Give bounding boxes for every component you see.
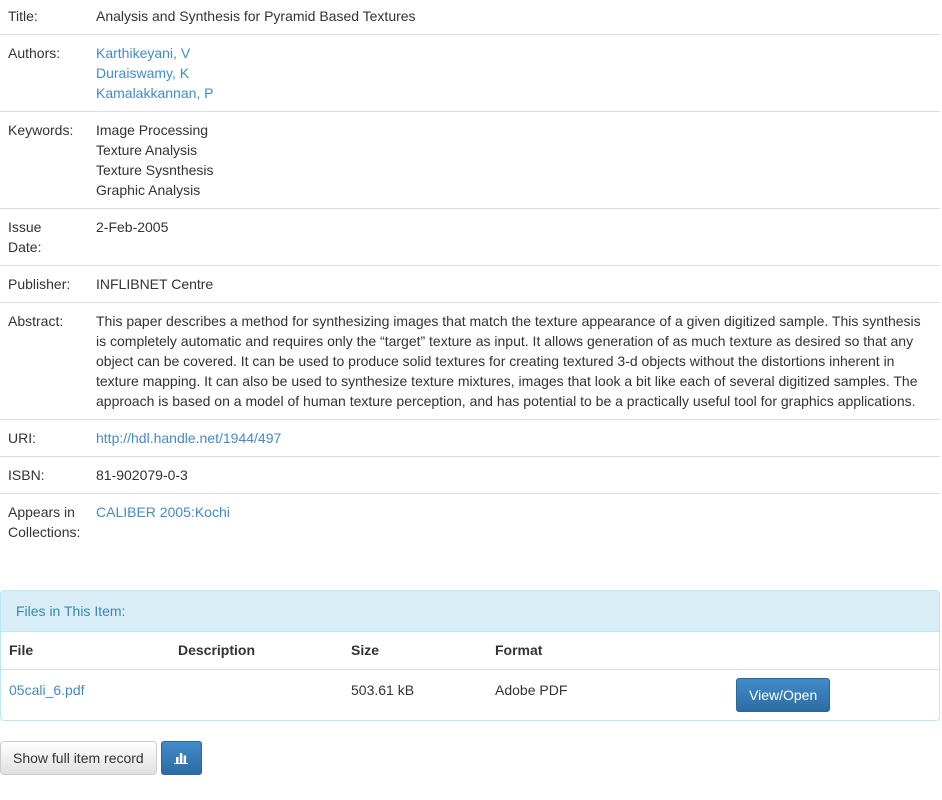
authors-label: Authors:: [8, 45, 61, 61]
column-header-description: Description: [170, 632, 343, 670]
keywords-list: Image Processing Texture Analysis Textur…: [96, 120, 932, 200]
publisher-value: INFLIBNET Centre: [96, 276, 214, 292]
keyword: Texture Sysnthesis: [96, 162, 214, 178]
abstract-line: approach is based on a model of human te…: [96, 393, 916, 409]
abstract-text: This paper describes a method for synthe…: [96, 311, 932, 411]
item-actions: Show full item record: [0, 741, 202, 775]
metadata-row-uri: URI: http://hdl.handle.net/1944/497: [0, 420, 940, 457]
files-panel: Files in This Item: File Description Siz…: [0, 590, 940, 721]
keyword: Image Processing: [96, 122, 209, 138]
abstract-line: is completely automatic and requires onl…: [96, 333, 914, 349]
issue-date-label-line: Issue: [8, 219, 42, 235]
collections-label-line: Appears in: [8, 504, 75, 520]
metadata-row-abstract: Abstract: This paper describes a method …: [0, 303, 940, 420]
abstract-line: This paper describes a method for synthe…: [96, 313, 921, 329]
author-link[interactable]: Kamalakkannan, P: [96, 83, 932, 103]
issue-date-label: Issue Date:: [8, 217, 96, 257]
file-link[interactable]: 05cali_6.pdf: [9, 682, 85, 698]
bar-chart-icon: [174, 752, 189, 764]
show-full-record-button[interactable]: Show full item record: [0, 741, 157, 775]
metadata-row-issue-date: Issue Date: 2-Feb-2005: [0, 209, 940, 266]
column-header-action: [708, 632, 939, 670]
collections-label: Appears in Collections:: [8, 502, 96, 543]
files-table: File Description Size Format 05cali_6.pd…: [1, 632, 939, 720]
keywords-label: Keywords:: [8, 122, 74, 138]
collection-link[interactable]: CALIBER 2005:Kochi: [96, 504, 230, 520]
view-open-button[interactable]: View/Open: [736, 677, 831, 712]
isbn-value: 81-902079-0-3: [96, 467, 188, 483]
abstract-line: object can be covered. It can be used to…: [96, 353, 895, 369]
issue-date-label-line: Date:: [8, 239, 42, 255]
statistics-button[interactable]: [160, 741, 202, 775]
action-cell: View/Open: [708, 669, 939, 720]
collections-label-line: Collections:: [8, 524, 81, 540]
metadata-row-authors: Authors: Karthikeyani, V Duraiswamy, K K…: [0, 35, 940, 112]
format-cell: Adobe PDF: [495, 681, 568, 698]
metadata-row-publisher: Publisher: INFLIBNET Centre: [0, 266, 940, 303]
keyword: Graphic Analysis: [96, 182, 201, 198]
abstract-line: texture mapping. It can also be used to …: [96, 373, 918, 389]
files-table-header: File Description Size Format: [1, 632, 939, 670]
file-cell: 05cali_6.pdf: [1, 669, 170, 720]
issue-date-value: 2-Feb-2005: [96, 219, 169, 235]
column-header-file: File: [1, 632, 170, 670]
author-link[interactable]: Duraiswamy, K: [96, 63, 932, 83]
uri-label: URI:: [8, 430, 36, 446]
files-panel-heading: Files in This Item:: [1, 591, 939, 632]
isbn-label: ISBN:: [8, 467, 45, 483]
uri-link[interactable]: http://hdl.handle.net/1944/497: [96, 430, 281, 446]
metadata-row-keywords: Keywords: Image Processing Texture Analy…: [0, 112, 940, 209]
title-value: Analysis and Synthesis for Pyramid Based…: [96, 8, 416, 24]
size-cell: 503.61 kB: [351, 681, 415, 698]
authors-list: Karthikeyani, V Duraiswamy, K Kamalakkan…: [96, 43, 932, 103]
description-cell: [170, 669, 343, 720]
metadata-row-isbn: ISBN: 81-902079-0-3: [0, 457, 940, 494]
keyword: Texture Analysis: [96, 142, 198, 158]
item-metadata-table: Title: Analysis and Synthesis for Pyrami…: [0, 0, 940, 551]
publisher-label: Publisher:: [8, 276, 71, 292]
column-header-size: Size: [343, 632, 487, 670]
title-label: Title:: [8, 8, 38, 24]
table-row: 05cali_6.pdf 503.61 kB Adobe PDF View/Op…: [1, 669, 939, 720]
abstract-label: Abstract:: [8, 313, 64, 329]
metadata-row-title: Title: Analysis and Synthesis for Pyrami…: [0, 0, 940, 35]
author-link[interactable]: Karthikeyani, V: [96, 43, 932, 63]
metadata-row-collections: Appears in Collections: CALIBER 2005:Koc…: [0, 494, 940, 551]
column-header-format: Format: [487, 632, 708, 670]
